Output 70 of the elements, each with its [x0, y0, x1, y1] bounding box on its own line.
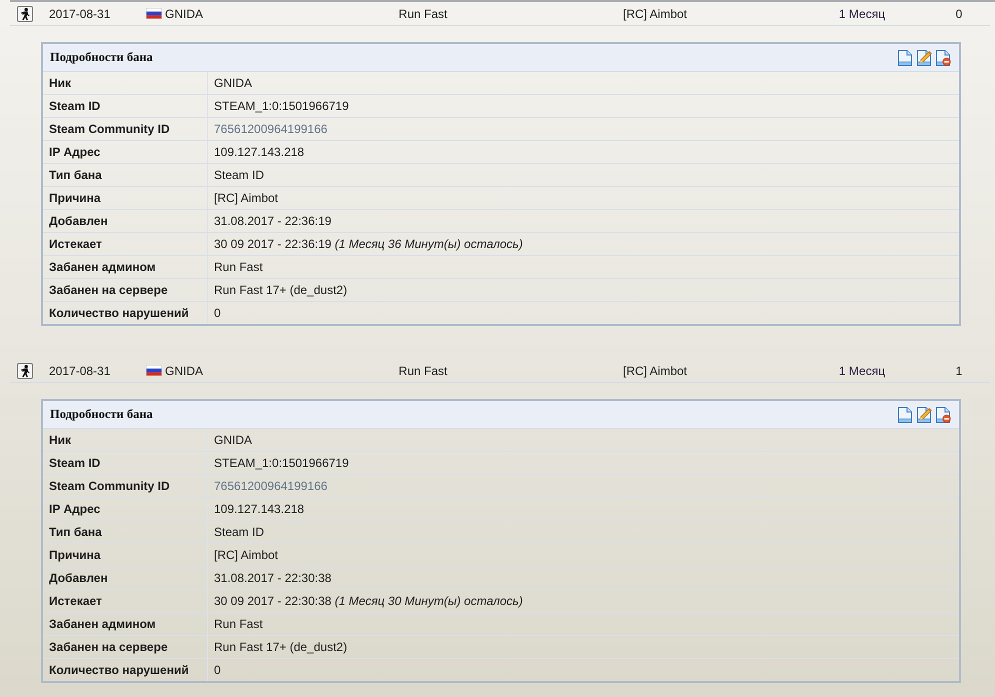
edit-icon[interactable]	[916, 50, 932, 66]
field-value: Steam ID	[214, 168, 264, 182]
field-value: GNIDA	[214, 433, 252, 447]
field-value: 30 09 2017 - 22:36:19 (1 Месяц 36 Минут(ы) осталось)	[214, 237, 523, 251]
field-label: Забанен на сервере	[49, 640, 168, 654]
field-value: [RC] Aimbot	[214, 548, 278, 562]
ban-date: 2017-08-31	[49, 364, 110, 378]
ban-date: 2017-08-31	[49, 6, 110, 20]
running-figure-icon	[17, 362, 33, 378]
panel-title: Подробности бана	[50, 50, 153, 65]
field-label: Тип бана	[49, 525, 102, 539]
field-label: Истекает	[49, 594, 102, 608]
field-value: 30 09 2017 - 22:30:38 (1 Месяц 30 Минут(ы) осталось)	[214, 594, 523, 608]
ban-row[interactable]: 2017-08-31 GNIDA Run Fast [RC] Aimbot 1 Месяц 0	[10, 2, 990, 26]
field-value: 0	[214, 306, 221, 320]
field-label: Steam Community ID	[49, 122, 170, 136]
field-value: 31.08.2017 - 22:30:38	[214, 571, 332, 585]
player-name: GNIDA	[165, 6, 204, 20]
field-label: Забанен админом	[49, 617, 156, 631]
field-label: Причина	[49, 548, 101, 562]
field-label: Забанен админом	[49, 260, 156, 274]
flag-icon	[146, 365, 162, 376]
field-label: Добавлен	[49, 571, 108, 585]
field-label: Steam Community ID	[49, 479, 170, 493]
steam-community-link[interactable]: 76561200964199166	[214, 122, 328, 136]
field-label: Ник	[49, 433, 72, 447]
field-value: GNIDA	[214, 76, 252, 90]
document-icon[interactable]	[897, 50, 913, 66]
field-value: 109.127.143.218	[214, 145, 304, 159]
field-value: Steam ID	[214, 525, 264, 539]
field-value: Run Fast	[214, 260, 263, 274]
ban-length: 1 Месяц	[838, 364, 886, 378]
document-remove-icon[interactable]	[935, 50, 951, 66]
field-value: STEAM_1:0:1501966719	[214, 456, 349, 470]
field-value: Run Fast	[214, 617, 263, 631]
edit-icon[interactable]	[916, 406, 932, 422]
ban-reason: [RC] Aimbot	[622, 364, 688, 378]
field-label: Steam ID	[49, 456, 100, 470]
field-label: Количество нарушений	[49, 663, 189, 677]
running-figure-icon	[17, 6, 33, 22]
admin-name: Run Fast	[398, 364, 448, 378]
field-label: Добавлен	[49, 214, 108, 228]
ban-row[interactable]: 2017-08-31 GNIDA Run Fast [RC] Aimbot 1 Месяц 1	[10, 359, 990, 383]
field-label: Забанен на сервере	[49, 283, 168, 297]
field-value: STEAM_1:0:1501966719	[214, 99, 349, 113]
field-label: IP Адрес	[49, 145, 100, 159]
document-remove-icon[interactable]	[935, 406, 951, 422]
document-icon[interactable]	[897, 406, 913, 422]
field-value: 31.08.2017 - 22:36:19	[214, 214, 332, 228]
field-label: Причина	[49, 191, 101, 205]
field-label: IP Адрес	[49, 502, 100, 516]
flag-icon	[146, 8, 162, 19]
field-label: Количество нарушений	[49, 306, 189, 320]
field-label: Истекает	[49, 237, 102, 251]
field-value: 109.127.143.218	[214, 502, 304, 516]
admin-name: Run Fast	[398, 6, 448, 20]
player-name: GNIDA	[165, 364, 204, 378]
field-label: Тип бана	[49, 168, 102, 182]
count-text: 1	[956, 364, 962, 378]
field-value: [RC] Aimbot	[214, 191, 278, 205]
steam-community-link[interactable]: 76561200964199166	[214, 479, 328, 493]
field-label: Ник	[49, 76, 72, 90]
count-text: 0	[956, 6, 962, 20]
field-value: Run Fast 17+ (de_dust2)	[214, 283, 348, 297]
ban-reason: [RC] Aimbot	[622, 6, 688, 20]
field-value: Run Fast 17+ (de_dust2)	[214, 640, 348, 654]
field-label: Steam ID	[49, 99, 100, 113]
panel-title: Подробности бана	[50, 407, 153, 422]
ban-length: 1 Месяц	[838, 6, 886, 20]
field-value: 0	[214, 663, 221, 677]
